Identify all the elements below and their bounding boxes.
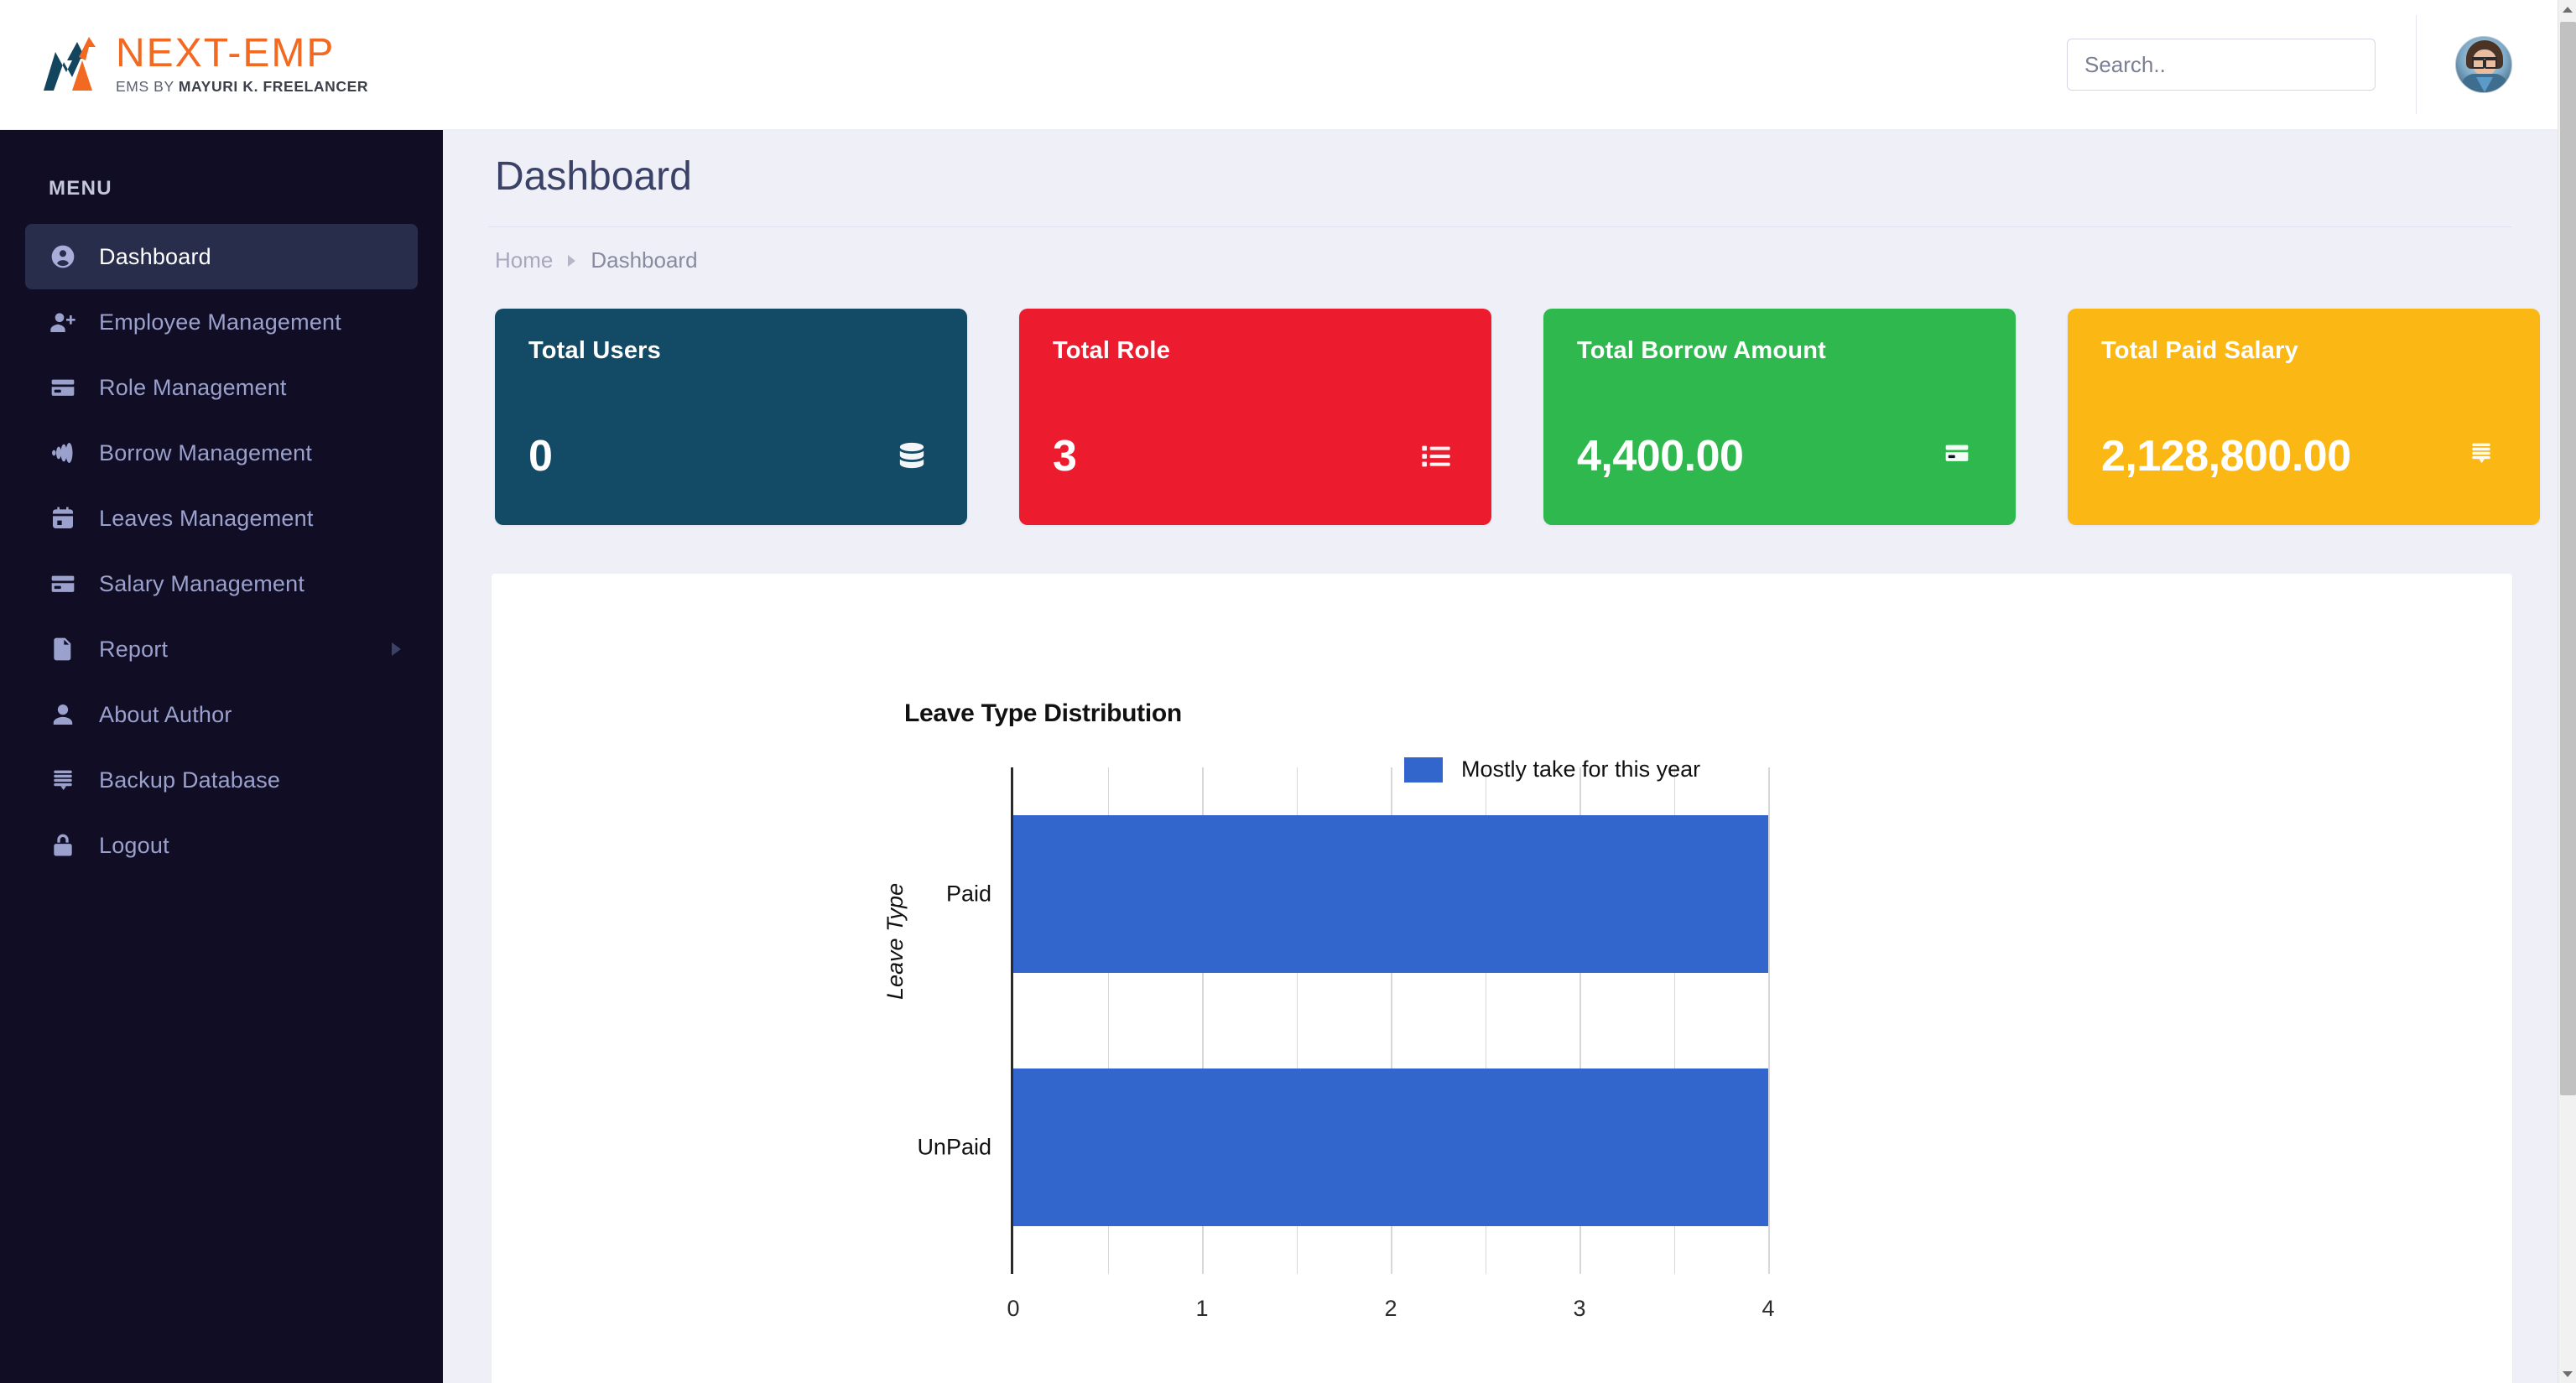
credit-card-icon — [49, 569, 77, 598]
chevron-right-icon — [568, 254, 576, 267]
stat-card-total-paid-salary[interactable]: Total Paid Salary 2,128,800.00 — [2068, 309, 2540, 525]
breadcrumb-current: Dashboard — [591, 247, 698, 273]
chart-plot-area: Paid UnPaid 0 1 2 3 4 — [917, 767, 1775, 1321]
chart-x-tick: 3 — [1573, 1296, 1586, 1321]
sidebar-item-label: Salary Management — [99, 570, 305, 596]
main-content: Dashboard Home Dashboard Total Users 0 Tot… — [443, 130, 2558, 1383]
stat-card-value: 2,128,800.00 — [2101, 432, 2351, 481]
stat-card-total-role[interactable]: Total Role 3 — [1019, 309, 1491, 525]
sidebar-item-borrow-management[interactable]: Borrow Management — [25, 420, 418, 486]
chart-x-tick: 0 — [1007, 1296, 1020, 1321]
user-circle-icon — [49, 242, 77, 271]
scrollbar-thumb[interactable] — [2560, 22, 2576, 1095]
top-bar-divider — [2416, 15, 2417, 114]
stat-card-title: Total Role — [1053, 337, 1171, 364]
chart-bar — [1013, 1068, 1768, 1226]
list-icon — [1419, 439, 1453, 473]
sidebar-item-label: Dashboard — [99, 243, 211, 269]
chart-x-tick: 4 — [1762, 1296, 1775, 1321]
chart-x-tick: 1 — [1195, 1296, 1209, 1321]
chart-panel: Leave Type Distribution Leave Type Paid U… — [492, 574, 2512, 1383]
sidebar-item-label: Borrow Management — [99, 439, 313, 465]
dashboard-page: NEXT-EMP EMS BY MAYURI K. FREELANCER MEN… — [0, 0, 2576, 1383]
calendar-icon — [49, 504, 77, 533]
sidebar-item-label: Role Management — [99, 374, 287, 400]
breadcrumb-home[interactable]: Home — [495, 247, 553, 273]
database-icon — [895, 439, 929, 473]
stat-card-value: 3 — [1053, 432, 1077, 481]
sidebar-item-report[interactable]: Report — [25, 616, 418, 682]
sidebar-item-label: Logout — [99, 832, 169, 858]
sidebar-item-label: About Author — [99, 701, 232, 727]
chart-title: Leave Type Distribution — [904, 699, 1182, 727]
sidebar-item-dashboard[interactable]: Dashboard — [25, 224, 418, 289]
stat-card-title: Total Users — [528, 337, 661, 364]
sidebar-heading: MENU — [49, 177, 112, 200]
sidebar-item-employee-management[interactable]: Employee Management — [25, 289, 418, 355]
chart-y-tick: Paid — [945, 881, 991, 907]
sidebar-item-label: Report — [99, 636, 169, 662]
sidebar-item-role-management[interactable]: Role Management — [25, 355, 418, 420]
user-icon — [49, 700, 77, 729]
sidebar-item-label: Backup Database — [99, 767, 281, 793]
stat-card-value: 0 — [528, 432, 553, 481]
sidebar-item-label: Leaves Management — [99, 505, 314, 531]
scroll-up-arrow-icon[interactable] — [2558, 0, 2576, 18]
avatar[interactable] — [2455, 36, 2512, 93]
legend-label: Mostly take for this year — [1461, 756, 1701, 782]
stat-card-total-users[interactable]: Total Users 0 — [495, 309, 967, 525]
page-scrollbar[interactable] — [2558, 0, 2576, 1383]
brand-logo[interactable]: NEXT-EMP EMS BY MAYURI K. FREELANCER — [39, 32, 368, 97]
breadcrumb: Home Dashboard — [495, 247, 2558, 273]
stat-card-title: Total Borrow Amount — [1577, 337, 1826, 364]
page-title: Dashboard — [495, 154, 692, 199]
chart-bar — [1013, 815, 1768, 973]
chart-legend: Mostly take for this year — [1404, 756, 1700, 782]
user-plus-icon — [49, 308, 77, 336]
sidebar-item-leaves-management[interactable]: Leaves Management — [25, 486, 418, 551]
sidebar-nav: Dashboard Employee Management Role Managem… — [0, 224, 443, 878]
brand-subtitle: EMS BY MAYURI K. FREELANCER — [116, 77, 369, 95]
scroll-down-arrow-icon[interactable] — [2558, 1365, 2576, 1383]
top-bar: NEXT-EMP EMS BY MAYURI K. FREELANCER — [0, 0, 2558, 130]
sidebar-item-label: Employee Management — [99, 309, 341, 335]
sidebar-item-about-author[interactable]: About Author — [25, 682, 418, 747]
chart-x-tick: 2 — [1384, 1296, 1397, 1321]
credit-card-icon — [49, 373, 77, 402]
sidebar-item-salary-management[interactable]: Salary Management — [25, 551, 418, 616]
search-input[interactable] — [2067, 39, 2376, 91]
stat-card-value: 4,400.00 — [1577, 432, 1744, 481]
chart-gridline — [1768, 767, 1770, 1274]
sidebar-item-backup-database[interactable]: Backup Database — [25, 747, 418, 813]
brand-title: NEXT-EMP — [116, 31, 336, 76]
signal-icon — [49, 439, 77, 467]
top-bar-right — [2067, 0, 2558, 129]
title-divider — [488, 226, 2512, 227]
lock-icon — [49, 831, 77, 860]
chart-y-axis-label: Leave Type — [882, 882, 908, 1000]
next-emp-logo-icon — [39, 32, 104, 97]
stack-icon — [2468, 439, 2501, 473]
stack-icon — [49, 766, 77, 794]
credit-card-icon — [1944, 439, 1977, 473]
stat-card-title: Total Paid Salary — [2101, 337, 2298, 364]
chart-y-tick: UnPaid — [917, 1134, 991, 1160]
stat-card-total-borrow-amount[interactable]: Total Borrow Amount 4,400.00 — [1543, 309, 2016, 525]
sidebar: MENU Dashboard Employee Management Role Ma… — [0, 130, 443, 1383]
legend-swatch — [1404, 756, 1443, 782]
sidebar-item-logout[interactable]: Logout — [25, 813, 418, 878]
document-icon — [49, 635, 77, 663]
chevron-right-icon — [392, 642, 401, 656]
stat-card-row: Total Users 0 Total Role 3 Total Borrow Amou… — [495, 309, 2558, 525]
